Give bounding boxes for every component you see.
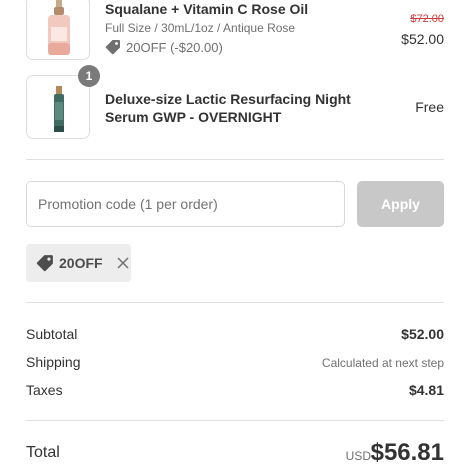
line-item: 1 Squalane + Vitamin C Rose Oil Full Siz… [26, 0, 444, 70]
total-label: Total [26, 444, 60, 461]
item-price: Free [415, 99, 444, 115]
serum-bottle-icon [54, 86, 64, 132]
shipping-value: Calculated at next step [321, 356, 444, 370]
divider [26, 302, 444, 303]
item-title-line2: Serum GWP - OVERNIGHT [105, 109, 282, 125]
order-summary-panel: 1 Squalane + Vitamin C Rose Oil Full Siz… [0, 0, 460, 470]
subtotal-label: Subtotal [26, 326, 78, 342]
discount-tag-icon [105, 40, 120, 55]
discount-tag-icon [36, 255, 53, 272]
applied-code-label: 20OFF [59, 255, 103, 271]
line-item: 1 Deluxe-size Lactic Resurfacing Night S… [26, 65, 444, 141]
quantity-badge: 1 [78, 65, 100, 87]
divider [26, 159, 444, 160]
product-thumbnail: 1 [26, 65, 100, 139]
product-thumbnail: 1 [26, 0, 90, 60]
item-discount: 20OFF (-$20.00) [105, 39, 223, 55]
subtotal-value: $52.00 [401, 326, 444, 342]
total-amount: $56.81 [370, 439, 444, 466]
item-price: $52.00 [401, 31, 444, 47]
original-price: $72.00 [410, 13, 444, 25]
close-icon [117, 257, 129, 269]
item-title-line1: Deluxe-size Lactic Resurfacing Night [105, 91, 351, 107]
apply-button[interactable]: Apply [357, 181, 444, 227]
taxes-value: $4.81 [408, 382, 444, 398]
promotion-code-input[interactable] [26, 181, 345, 227]
divider [26, 420, 444, 421]
shipping-label: Shipping [26, 354, 81, 370]
item-title: Squalane + Vitamin C Rose Oil [105, 1, 309, 17]
remove-discount-button[interactable] [116, 256, 130, 270]
total-currency: USD [345, 449, 371, 463]
taxes-label: Taxes [26, 382, 63, 398]
applied-discount-chip: 20OFF [26, 244, 131, 282]
discount-text: 20OFF (-$20.00) [126, 39, 223, 55]
item-variant: Full Size / 30mL/1oz / Antique Rose [105, 21, 296, 35]
rose-oil-bottle-icon [48, 0, 70, 55]
